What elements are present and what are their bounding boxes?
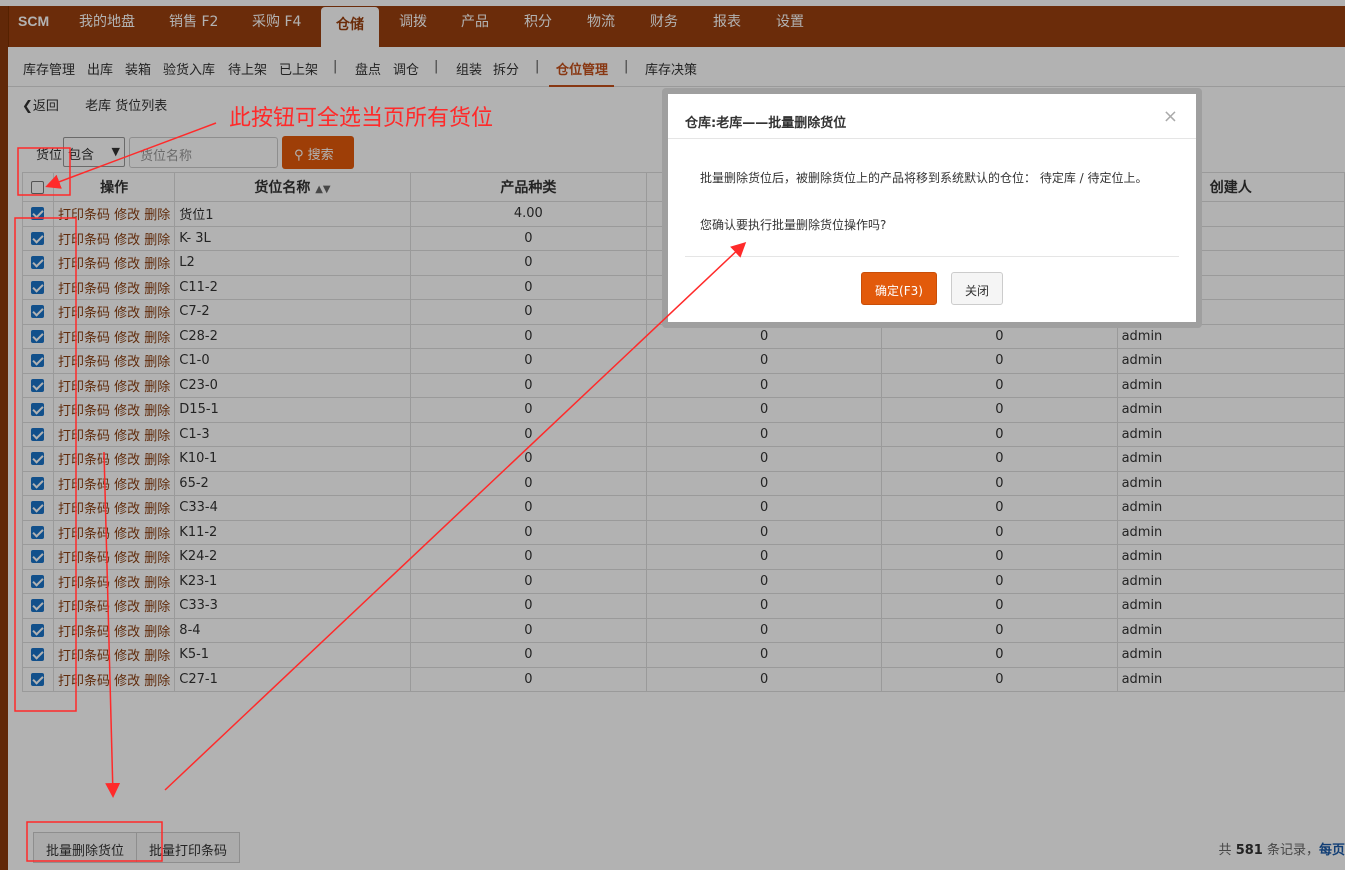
annotation-box-select-all — [17, 147, 71, 196]
annotation-overlay — [14, 122, 747, 862]
annotation-arrow-select-all — [45, 122, 217, 189]
annotation-arrow-modal — [164, 241, 747, 791]
annotation-arrow-down — [103, 451, 121, 798]
annotation-box-checkboxes — [14, 217, 77, 712]
annotation-box-batch-delete — [26, 821, 163, 862]
